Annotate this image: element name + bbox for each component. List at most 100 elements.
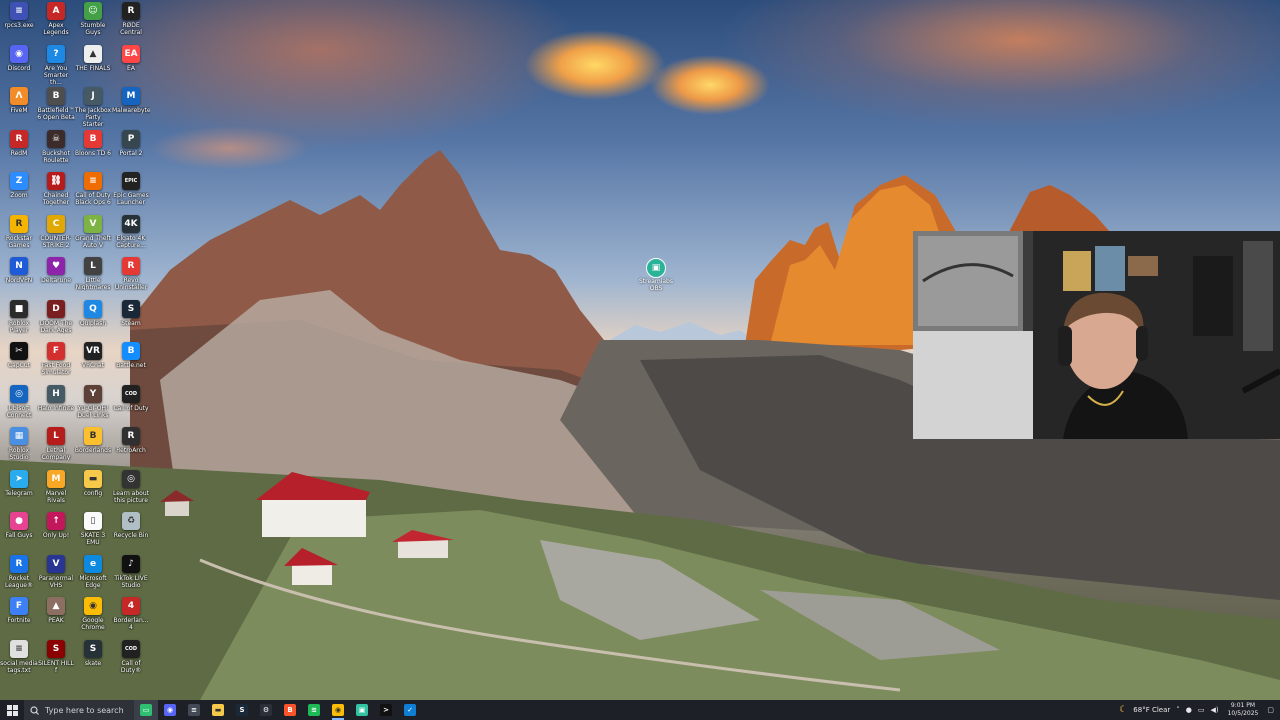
desktop-icon-capcut[interactable]: ✂ CapCut xyxy=(0,342,38,384)
desktop-icon-elgato[interactable]: 4K Elgato 4K Capture... xyxy=(112,214,150,257)
desktop-icon-silent-hill[interactable]: S SILENT HILL f xyxy=(37,639,75,682)
desktop-icon-ubisoft[interactable]: ◎ Ubisoft Connect xyxy=(0,384,38,427)
weather-moon-icon[interactable]: ☾ xyxy=(1119,705,1127,715)
desktop-icon-text-file[interactable]: ≡ social media tags.txt xyxy=(0,639,38,682)
taskbar-app-file-manager[interactable]: ▭ xyxy=(134,700,158,720)
desktop-icon-stumble-guys[interactable]: ☺ Stumble Guys xyxy=(74,2,112,44)
telegram-icon: ➤ xyxy=(10,469,28,488)
taskbar-search-box[interactable]: Type here to search xyxy=(24,700,134,720)
desktop-icon-label: COUNTER-STRIKE 2 xyxy=(40,234,72,249)
taskbar-app-brave[interactable]: B xyxy=(278,700,302,720)
desktop-icon-retroarch[interactable]: R RetroArch xyxy=(112,427,150,469)
taskbar-app-streamlabs[interactable]: ▣ xyxy=(350,700,374,720)
desktop-icon-apex[interactable]: A Apex Legends xyxy=(37,2,75,44)
desktop-icon-recycle-bin[interactable]: ♻ Recycle Bin xyxy=(112,512,150,554)
call-of-duty-3-icon: COD xyxy=(122,639,140,658)
desktop-icon-yugioh[interactable]: Y YU-GI-OH! Duel Links xyxy=(74,384,112,427)
desktop-icon-redm[interactable]: R RedM xyxy=(0,129,38,172)
call-of-duty-icon: ≡ xyxy=(84,172,102,190)
chevron-up-icon[interactable]: ˄ xyxy=(1176,706,1180,714)
desktop-icon-only-up[interactable]: ↑ Only Up! xyxy=(37,512,75,554)
desktop-icon-battlenet[interactable]: B Battle.net xyxy=(112,342,150,384)
desktop-icon-lethal-company[interactable]: L Lethal Company xyxy=(37,427,75,469)
desktop-icon-borderlands[interactable]: B Borderlands xyxy=(74,427,112,469)
taskbar-app-discord[interactable]: ◉ xyxy=(158,700,182,720)
desktop-icon-gta-v[interactable]: V Grand Theft Auto V xyxy=(74,214,112,257)
desktop-icon-portal-2[interactable]: P Portal 2 xyxy=(112,129,150,172)
desktop-icon-fortnite[interactable]: F Fortnite xyxy=(0,597,38,639)
desktop-icon-skate-emu[interactable]: ▯ SKATE 3 EMU xyxy=(74,512,112,554)
desktop-icon-halo[interactable]: H Halo Infinite xyxy=(37,384,75,427)
desktop-icon-revo[interactable]: R Revo Uninstaller xyxy=(112,257,150,299)
desktop-icon-deltarune[interactable]: ♥ Deltarune xyxy=(37,257,75,299)
desktop-icon-fall-guys[interactable]: ● Fall Guys xyxy=(0,512,38,554)
desktop-icon-label: Paranormal VHS xyxy=(38,574,74,589)
desktop-icon-rpcs3[interactable]: ≡ rpcs3.exe xyxy=(0,2,38,44)
desktop-icon-label: Discord xyxy=(7,64,31,72)
desktop-icon-bloons[interactable]: B Bloons TD 6 xyxy=(74,129,112,172)
taskbar-app-spotify[interactable]: ≋ xyxy=(302,700,326,720)
desktop-icon-fast-food[interactable]: F Fast Food Simulator xyxy=(37,342,75,384)
start-button[interactable] xyxy=(0,700,24,720)
desktop-icon-learn-picture[interactable]: ◎ Learn about this picture xyxy=(112,469,150,512)
taskbar-app-settings[interactable]: ⚙ xyxy=(254,700,278,720)
desktop-icon-label: DOOM The Dark Ages xyxy=(39,319,73,334)
desktop-icon-folder[interactable]: ▬ config xyxy=(74,469,112,512)
taskbar-app-steam[interactable]: S xyxy=(230,700,254,720)
desktop-icon-fivem[interactable]: Λ FiveM xyxy=(0,87,38,129)
desktop-icon-marvel-rivals[interactable]: M Marvel Rivals xyxy=(37,469,75,512)
desktop-icon-vrchat[interactable]: VR VRChat xyxy=(74,342,112,384)
notification-icon[interactable]: ▢ xyxy=(1267,706,1274,714)
desktop-icon-zoom[interactable]: Z Zoom xyxy=(0,172,38,214)
desktop-icon-peak[interactable]: ▲ PEAK xyxy=(37,597,75,639)
clock[interactable]: 9:01 PM 10/5/2025 xyxy=(1228,702,1259,718)
desktop-icon-epic-games[interactable]: EPIC Epic Games Launcher xyxy=(112,172,150,214)
desktop-icon-roblox-studio[interactable]: ▦ Roblox Studio xyxy=(0,427,38,469)
desktop-icon-skate[interactable]: Sskate xyxy=(74,639,112,682)
taskbar-app-notes[interactable]: ≡ xyxy=(182,700,206,720)
desktop-icon-nordvpn[interactable]: N NordVPN xyxy=(0,257,38,299)
desktop-icon-chained-together[interactable]: ⛓ Chained Together xyxy=(37,172,75,214)
desktop-icon-steam[interactable]: S Steam xyxy=(112,299,150,342)
network-icon[interactable]: ▭ xyxy=(1198,706,1205,714)
desktop-icon-roblox[interactable]: ■ Roblox Player xyxy=(0,299,38,342)
desktop-icon-label: Grand Theft Auto V xyxy=(75,234,111,249)
desktop-icon-streamlabs[interactable]: ▣ Streamlabs OBS xyxy=(636,258,676,292)
desktop-icon-paranormal-vhs[interactable]: V Paranormal VHS xyxy=(37,554,75,597)
epic-games-icon: EPIC xyxy=(122,172,140,190)
desktop-icon-doom[interactable]: D DOOM The Dark Ages xyxy=(37,299,75,342)
desktop-icon-borderlands-4[interactable]: 4 Borderlan... 4 xyxy=(112,597,150,639)
volume-icon[interactable]: ◀) xyxy=(1210,706,1218,714)
taskbar-app-file-explorer[interactable]: ▬ xyxy=(206,700,230,720)
desktop-icon-label: Only Up! xyxy=(42,532,70,539)
desktop-icon-call-of-duty-3[interactable]: COD Call of Duty® xyxy=(112,639,150,682)
desktop-icon-rocket-league[interactable]: R Rocket League® xyxy=(0,554,38,597)
cs2-icon: C xyxy=(47,214,65,233)
desktop-icon-rode-central[interactable]: R RØDE Central xyxy=(112,2,150,44)
desktop-icon-rockstar[interactable]: R Rockstar Games xyxy=(0,214,38,257)
desktop-icon-jackbox[interactable]: J The Jackbox Party Starter xyxy=(74,87,112,129)
desktop-icon-chrome[interactable]: ◉ Google Chrome xyxy=(74,597,112,639)
desktop-icon-battlefield[interactable]: B Battlefield™ 6 Open Beta xyxy=(37,87,75,129)
desktop-icon-discord[interactable]: ◉ Discord xyxy=(0,44,38,87)
weather-text[interactable]: 68°F Clear xyxy=(1133,706,1170,714)
desktop-icon-quiplash[interactable]: Q Quiplash xyxy=(74,299,112,342)
desktop-icon-call-of-duty-2[interactable]: COD Call of Duty xyxy=(112,384,150,427)
streamlabs-icon: ▣ xyxy=(646,258,666,278)
desktop-icon-call-of-duty[interactable]: ≡ Call of Duty Black Ops 6 xyxy=(74,172,112,214)
taskbar-app-chrome[interactable]: ◉ xyxy=(326,700,350,720)
desktop-icon-the-finals[interactable]: ▲ THE FINALS xyxy=(74,44,112,87)
desktop-icon-tiktok-live[interactable]: ♪ TikTok LIVE Studio xyxy=(112,554,150,597)
taskbar-app-terminal[interactable]: > xyxy=(374,700,398,720)
desktop-icon-cs2[interactable]: C COUNTER-STRIKE 2 xyxy=(37,214,75,257)
desktop-icon-are-you-smarter[interactable]: ? Are You Smarter th... xyxy=(37,44,75,87)
desktop-icon-buckshot[interactable]: ☠ Buckshot Roulette xyxy=(37,129,75,172)
microphone-icon[interactable]: ● xyxy=(1186,706,1192,714)
taskbar-app-vscode[interactable]: ✓ xyxy=(398,700,422,720)
desktop-icon-little-nightmares[interactable]: L Little Nightmares xyxy=(74,257,112,299)
desktop-icon-edge[interactable]: e Microsoft Edge xyxy=(74,554,112,597)
taskbar-pinned-apps: ▭ ◉ ≡ ▬ S ⚙ B ≋ ◉ ▣ > ✓ xyxy=(134,700,422,720)
desktop-icon-telegram[interactable]: ➤ Telegram xyxy=(0,469,38,512)
desktop-icon-malwarebytes[interactable]: M Malwarebytes xyxy=(112,87,150,129)
desktop-icon-ea[interactable]: EA EA xyxy=(112,44,150,87)
